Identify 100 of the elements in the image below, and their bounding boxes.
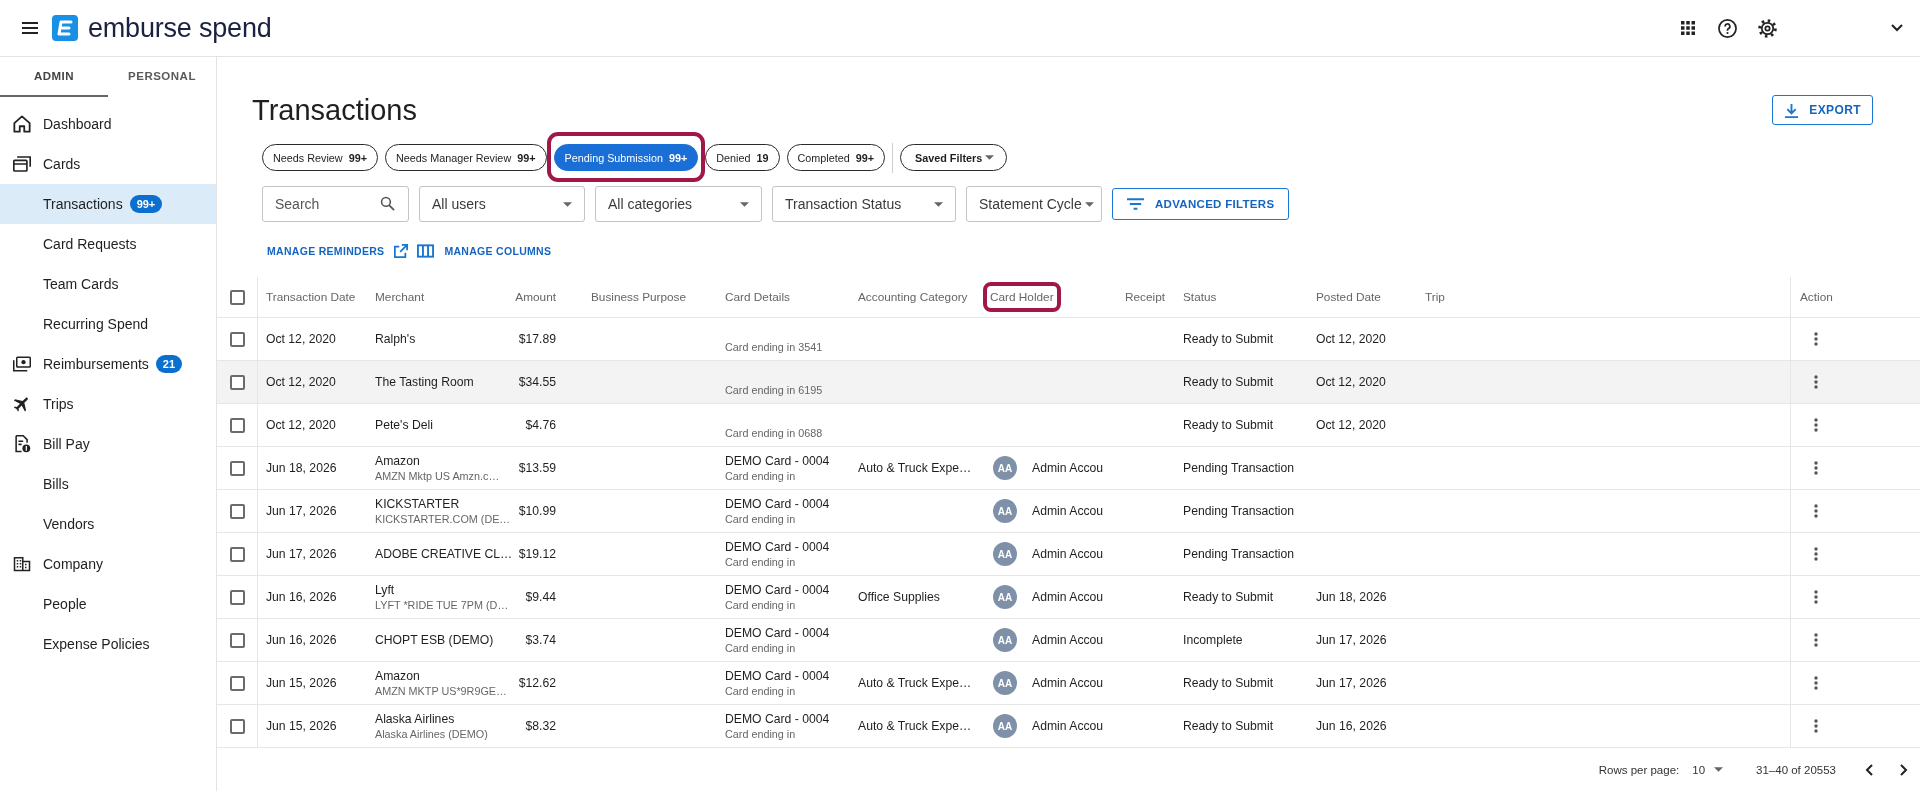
nav-item[interactable]: People: [0, 584, 216, 624]
count-badge: 21: [155, 355, 183, 373]
column-header: Trip: [1425, 290, 1445, 304]
table-cell: Oct 12, 2020: [1316, 375, 1386, 389]
table-row[interactable]: Jun 15, 2026 Alaska Airlines Alaska Airlines (DEMO) $8.32 DEMO Card - 0004 Card ending in Auto & Truck Expe… AA Admin Accou Ready to Submit Jun 16, 2026: [217, 705, 1920, 748]
advanced-filters-button[interactable]: ADVANCED FILTERS: [1112, 188, 1290, 220]
saved-filters-dropdown[interactable]: Saved Filters: [900, 144, 1008, 171]
more-vertical-icon[interactable]: [1814, 375, 1818, 389]
card-name: DEMO Card - 0004: [725, 495, 830, 512]
table-cell: Oct 12, 2020: [1316, 332, 1386, 346]
export-button[interactable]: EXPORT: [1772, 95, 1873, 125]
search-field[interactable]: Search: [262, 186, 409, 222]
menu-icon[interactable]: [22, 22, 38, 34]
apps-grid-icon[interactable]: [1681, 21, 1695, 35]
column-header: Transaction Date: [266, 290, 356, 304]
nav-item[interactable]: Team Cards: [0, 264, 216, 304]
table-cell: Auto & Truck Expe…: [858, 676, 972, 690]
column-header: Receipt: [1125, 290, 1165, 304]
nav-item[interactable]: Recurring Spend: [0, 304, 216, 344]
table-cell: Auto & Truck Expe…: [858, 719, 972, 733]
download-icon: [1784, 102, 1800, 118]
table-cell: Pending Transaction: [1183, 504, 1295, 518]
status-filter-chip[interactable]: Completed 99+: [786, 144, 886, 171]
chevron-right-icon[interactable]: [1900, 763, 1908, 776]
more-vertical-icon[interactable]: [1814, 633, 1818, 647]
checkbox[interactable]: [229, 460, 245, 476]
more-vertical-icon[interactable]: [1814, 719, 1818, 733]
merchant-descriptor: Alaska Airlines (DEMO): [375, 726, 488, 742]
nav-item[interactable]: Company: [0, 544, 216, 584]
nav-item[interactable]: Expense Policies: [0, 624, 216, 664]
checkbox[interactable]: [229, 289, 245, 305]
checkbox[interactable]: [229, 374, 245, 390]
status-filter-chip[interactable]: Pending Submission 99+: [553, 144, 699, 171]
filter-dropdown[interactable]: Transaction Status: [772, 186, 956, 222]
table-cell: Oct 12, 2020: [266, 418, 336, 432]
table-row[interactable]: Oct 12, 2020 The Tasting Room $34.55 Card ending in 6195 Ready to Submit Oct 12, 2020: [217, 361, 1920, 404]
merchant-descriptor: KICKSTARTER.COM (DE…: [375, 511, 511, 527]
card-name: DEMO Card - 0004: [725, 667, 830, 684]
merchant-name: Alaska Airlines: [375, 710, 455, 727]
status-filter-chip[interactable]: Needs Manager Review 99+: [384, 144, 547, 171]
more-vertical-icon[interactable]: [1814, 461, 1818, 475]
checkbox[interactable]: [229, 331, 245, 347]
more-vertical-icon[interactable]: [1814, 504, 1818, 518]
table-cell: Jun 17, 2026: [1316, 676, 1387, 690]
help-icon[interactable]: [1718, 18, 1737, 38]
manage-columns-link[interactable]: MANAGE COLUMNS: [417, 244, 552, 258]
nav-item[interactable]: Bill Pay: [0, 424, 216, 464]
merchant-name: Lyft: [375, 581, 395, 598]
home-icon: [13, 115, 31, 133]
caret-down-icon: [1714, 767, 1724, 772]
table-cell: $8.32: [525, 719, 556, 733]
card-ending: Card ending in: [725, 468, 796, 484]
column-header: Action: [1800, 290, 1833, 304]
table-row[interactable]: Jun 16, 2026 Lyft LYFT *RIDE TUE 7PM (D… $9.44 DEMO Card - 0004 Card ending in Office Supplies AA Admin Accou Ready to Submit Jun 18, 2026: [217, 576, 1920, 619]
page-range: 31–40 of 20553: [1756, 763, 1836, 776]
merchant-name: Amazon: [375, 667, 420, 684]
nav-item[interactable]: Transactions 99+: [0, 184, 216, 224]
card-ending: Card ending in 0688: [725, 425, 823, 441]
filter-dropdown[interactable]: Statement Cycle: [966, 186, 1102, 222]
table-row[interactable]: Jun 18, 2026 Amazon AMZN Mktp US Amzn.c… $13.59 DEMO Card - 0004 Card ending in Auto & Truck Expe… AA Admin Accou Pending Transaction: [217, 447, 1920, 490]
more-vertical-icon[interactable]: [1814, 590, 1818, 604]
table-row[interactable]: Jun 17, 2026 ADOBE CREATIVE CL… $19.12 DEMO Card - 0004 Card ending in AA Admin Accou Pending Transaction: [217, 533, 1920, 576]
table-cell: $12.62: [518, 676, 556, 690]
manage-reminders-link[interactable]: MANAGE REMINDERS: [267, 244, 409, 258]
filter-dropdown[interactable]: All categories: [595, 186, 762, 222]
more-vertical-icon[interactable]: [1814, 547, 1818, 561]
checkbox[interactable]: [229, 417, 245, 433]
status-filter-chip[interactable]: Needs Review 99+: [262, 144, 378, 171]
table-cell: $13.59: [518, 461, 556, 475]
more-vertical-icon[interactable]: [1814, 676, 1818, 690]
status-filter-chip[interactable]: Denied 19: [705, 144, 780, 171]
table-row[interactable]: Jun 16, 2026 CHOPT ESB (DEMO) $3.74 DEMO Card - 0004 Card ending in AA Admin Accou Incomplete Jun 17, 2026: [217, 619, 1920, 662]
filter-dropdown[interactable]: All users: [419, 186, 585, 222]
nav-item[interactable]: Bills: [0, 464, 216, 504]
column-header: Business Purpose: [591, 290, 687, 304]
checkbox[interactable]: [229, 503, 245, 519]
checkbox[interactable]: [229, 675, 245, 691]
sidebar-tab[interactable]: ADMIN: [0, 57, 108, 97]
chevron-down-icon[interactable]: [1891, 24, 1903, 32]
sidebar-tab[interactable]: PERSONAL: [108, 57, 216, 97]
more-vertical-icon[interactable]: [1814, 332, 1818, 346]
columns-icon: [417, 244, 435, 258]
chevron-left-icon[interactable]: [1865, 763, 1873, 776]
table-row[interactable]: Oct 12, 2020 Pete's Deli $4.76 Card ending in 0688 Ready to Submit Oct 12, 2020: [217, 404, 1920, 447]
nav-item[interactable]: Card Requests: [0, 224, 216, 264]
invoice-icon: [13, 435, 31, 453]
nav-item[interactable]: Cards: [0, 144, 216, 184]
nav-item[interactable]: Trips: [0, 384, 216, 424]
settings-icon[interactable]: [1758, 18, 1777, 38]
more-vertical-icon[interactable]: [1814, 418, 1818, 432]
rows-per-page-select[interactable]: 10: [1692, 763, 1724, 776]
table-cell: $9.44: [525, 590, 556, 604]
checkbox[interactable]: [229, 589, 245, 605]
nav-item[interactable]: Reimbursements 21: [0, 344, 216, 384]
nav-item[interactable]: Dashboard: [0, 104, 216, 144]
card-holder-name: Admin Accou: [1032, 676, 1104, 690]
nav-item[interactable]: Vendors: [0, 504, 216, 544]
checkbox[interactable]: [229, 718, 245, 734]
checkbox[interactable]: [229, 546, 245, 562]
checkbox[interactable]: [229, 632, 245, 648]
